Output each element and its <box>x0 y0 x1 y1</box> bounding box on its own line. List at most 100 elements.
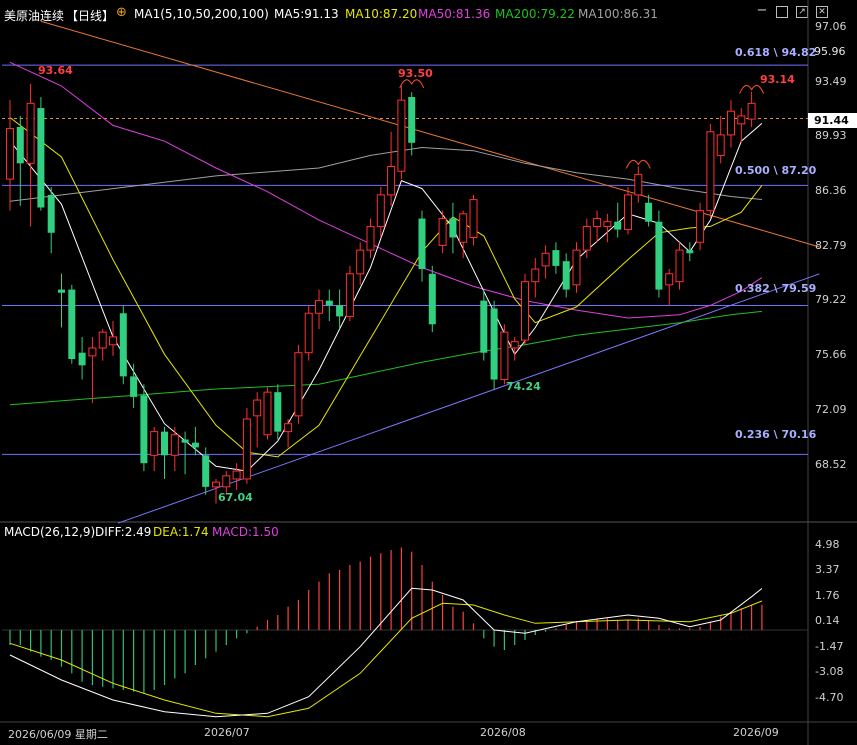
candle-body <box>675 249 684 283</box>
candle-body <box>356 249 365 275</box>
high-annotation: 93.64 <box>38 64 73 77</box>
candle-body <box>428 273 436 325</box>
candle-body <box>161 431 168 456</box>
ma100-line <box>9 146 762 202</box>
candle-body <box>376 194 385 227</box>
candle-body <box>593 218 602 227</box>
candle-body <box>78 352 86 366</box>
candle-body <box>6 128 14 180</box>
candle-body <box>150 431 159 456</box>
candle-body <box>202 455 210 487</box>
candle-body <box>345 273 354 317</box>
candle-body <box>98 331 107 349</box>
candle-body <box>26 102 35 164</box>
candle-body <box>387 165 396 196</box>
macd-params-label[interactable]: MACD(26,12,9) <box>4 525 95 539</box>
candle-body <box>191 442 199 448</box>
candle-body <box>480 300 488 353</box>
candle-body <box>397 99 406 172</box>
candle-body <box>624 194 632 231</box>
candle-body <box>582 225 591 251</box>
macd-tick: 1.76 <box>815 589 840 602</box>
candle-body <box>336 305 344 317</box>
candle-body <box>645 202 653 222</box>
macd-dea-value: DEA:1.74 <box>153 525 209 539</box>
candle-body <box>263 391 272 436</box>
candle-body <box>366 225 375 251</box>
candle-body <box>449 218 457 238</box>
x-tick: 2026/08 <box>480 726 526 739</box>
ma50-line <box>9 61 763 319</box>
candle-body <box>58 289 65 293</box>
candle-body <box>696 210 705 243</box>
low-annotation: 74.24 <box>506 380 541 393</box>
macd-tick: -1.47 <box>815 640 844 653</box>
candle-body <box>408 97 416 143</box>
high-marker <box>399 79 425 89</box>
candle-body <box>552 250 560 266</box>
high-annotation: 93.50 <box>398 67 433 80</box>
candle-body <box>716 134 725 156</box>
candle-body <box>706 131 715 212</box>
chart-window: { "header": { "title": "美原油连续", "period"… <box>0 0 857 745</box>
macd-tick: 3.37 <box>815 563 840 576</box>
candle-body <box>119 313 127 377</box>
candle-body <box>418 218 426 270</box>
price-tick: 72.09 <box>815 403 847 416</box>
candle-body <box>130 376 138 397</box>
candle-body <box>686 250 694 254</box>
fib-level-label: 0.500 \ 87.20 <box>735 164 817 177</box>
date-cursor-label: 2026/06/09 星期二 <box>8 728 108 741</box>
price-tick: 68.52 <box>815 458 847 471</box>
candle-body <box>572 249 581 286</box>
price-tick: 97.06 <box>815 20 847 33</box>
candle-body <box>253 399 262 417</box>
candle-body <box>88 347 97 357</box>
price-tick: 89.93 <box>815 129 847 142</box>
macd-value: MACD:1.50 <box>212 525 279 539</box>
candle-body <box>490 308 498 380</box>
price-tick: 86.36 <box>815 184 847 197</box>
ma5-line <box>9 123 763 472</box>
candle-body <box>634 173 643 196</box>
candle-body <box>212 481 220 488</box>
candle-body <box>315 300 323 314</box>
macd-diff-value: DIFF:2.49 <box>95 525 152 539</box>
price-chart <box>0 0 857 745</box>
candle-body <box>222 475 231 488</box>
fib-level-label: 0.236 \ 70.16 <box>735 428 817 441</box>
candle-body <box>47 194 55 233</box>
fib-level-label: 0.618 \ 94.82 <box>735 46 817 59</box>
candle-body <box>747 102 756 120</box>
candle-body <box>469 199 478 238</box>
x-tick: 2026/09 <box>733 726 779 739</box>
candle-body <box>325 300 333 306</box>
candle-body <box>16 127 24 164</box>
candle-body <box>304 312 313 354</box>
candle-body <box>727 110 735 136</box>
candle-body <box>284 423 293 433</box>
x-tick: 2026/07 <box>204 726 250 739</box>
last-price-tag: 91.44 <box>808 113 857 128</box>
candle-body <box>521 281 529 341</box>
candle-body <box>655 221 663 290</box>
macd-tick: 0.14 <box>815 614 840 627</box>
candle-body <box>665 273 674 286</box>
candle-body <box>232 470 241 480</box>
candle-body <box>274 392 282 432</box>
candle-body <box>459 213 468 243</box>
candle-body <box>737 115 746 125</box>
candle-body <box>181 439 189 443</box>
macd-tick: -3.08 <box>815 665 844 678</box>
fib-level-label: 0.382 \ 79.59 <box>735 282 817 295</box>
candle-body <box>109 336 117 346</box>
candle-body <box>500 331 509 381</box>
price-tick: 75.66 <box>815 348 847 361</box>
candle-body <box>242 418 251 480</box>
candle-body <box>140 395 148 464</box>
macd-tick: -4.70 <box>815 691 844 704</box>
macd-tick: 4.98 <box>815 538 840 551</box>
candle-body <box>510 341 519 349</box>
price-tick: 82.79 <box>815 239 847 252</box>
candle-body <box>531 268 540 283</box>
